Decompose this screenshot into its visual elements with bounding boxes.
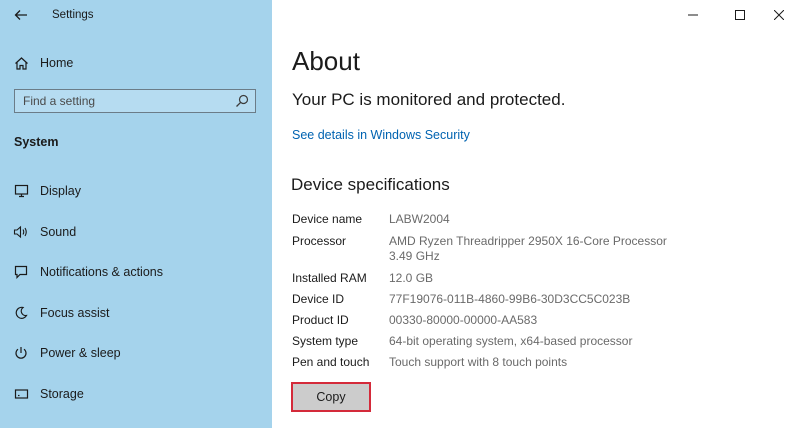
spec-label: Processor xyxy=(292,234,347,248)
sidebar-item-label: Sound xyxy=(40,225,77,239)
spec-label: Installed RAM xyxy=(292,271,367,285)
maximize-button[interactable] xyxy=(725,4,755,26)
specs-heading: Device specifications xyxy=(291,175,450,194)
sidebar-item-sound[interactable]: Sound xyxy=(0,219,272,245)
spec-value-line2: 3.49 GHz xyxy=(389,249,440,263)
sidebar-item-label: Storage xyxy=(40,387,84,401)
search-icon[interactable] xyxy=(235,94,249,108)
windows-security-link[interactable]: See details in Windows Security xyxy=(292,128,470,142)
page-title: About xyxy=(292,46,360,76)
spec-label: Device name xyxy=(292,212,363,226)
section-label: System xyxy=(14,135,59,149)
sidebar-item-storage[interactable]: Storage xyxy=(0,381,272,407)
sidebar-item-label: Notifications & actions xyxy=(40,265,163,279)
copy-button-label: Copy xyxy=(316,390,346,404)
close-button[interactable] xyxy=(764,4,794,26)
sidebar-item-display[interactable]: Display xyxy=(0,178,272,204)
back-arrow-icon xyxy=(14,10,27,20)
sidebar-item-label: Home xyxy=(40,56,74,70)
sidebar-item-label: Power & sleep xyxy=(40,346,121,360)
sound-icon xyxy=(13,224,29,240)
sidebar-item-label: Display xyxy=(40,184,81,198)
back-button[interactable] xyxy=(8,4,34,26)
search-input[interactable] xyxy=(23,94,223,108)
minimize-icon xyxy=(688,14,698,16)
spec-value: 12.0 GB xyxy=(389,271,434,285)
close-icon xyxy=(774,10,784,20)
main-content: About Your PC is monitored and protected… xyxy=(272,0,800,428)
sidebar-item-power-sleep[interactable]: Power & sleep xyxy=(0,340,272,366)
minimize-button[interactable] xyxy=(678,4,708,26)
storage-icon xyxy=(13,386,29,402)
notifications-icon xyxy=(13,264,29,280)
focus-assist-icon xyxy=(13,305,29,321)
spec-label: Pen and touch xyxy=(292,355,370,369)
spec-label: System type xyxy=(292,334,359,348)
spec-value: LABW2004 xyxy=(389,212,450,226)
display-icon xyxy=(13,183,29,199)
protection-status: Your PC is monitored and protected. xyxy=(292,90,566,109)
sidebar-item-home[interactable]: Home xyxy=(0,50,272,76)
sidebar-item-notifications[interactable]: Notifications & actions xyxy=(0,259,272,285)
spec-value: 64-bit operating system, x64-based proce… xyxy=(389,334,633,348)
sidebar-item-focus-assist[interactable]: Focus assist xyxy=(0,300,272,326)
spec-value: Touch support with 8 touch points xyxy=(389,355,568,369)
home-icon xyxy=(13,55,29,71)
maximize-icon xyxy=(735,10,745,20)
spec-value: 00330-80000-00000-AA583 xyxy=(389,313,538,327)
spec-value: 77F19076-011B-4860-99B6-30D3CC5C023B xyxy=(389,292,631,306)
search-box[interactable] xyxy=(14,89,256,113)
spec-label: Product ID xyxy=(292,313,349,327)
app-title: Settings xyxy=(52,9,94,21)
sidebar-item-label: Focus assist xyxy=(40,306,110,320)
copy-button[interactable]: Copy xyxy=(291,382,371,412)
spec-value: AMD Ryzen Threadripper 2950X 16-Core Pro… xyxy=(389,234,667,248)
power-icon xyxy=(13,345,29,361)
sidebar: Settings Home System xyxy=(0,0,272,428)
spec-label: Device ID xyxy=(292,292,345,306)
settings-window: Settings Home System xyxy=(0,0,800,428)
